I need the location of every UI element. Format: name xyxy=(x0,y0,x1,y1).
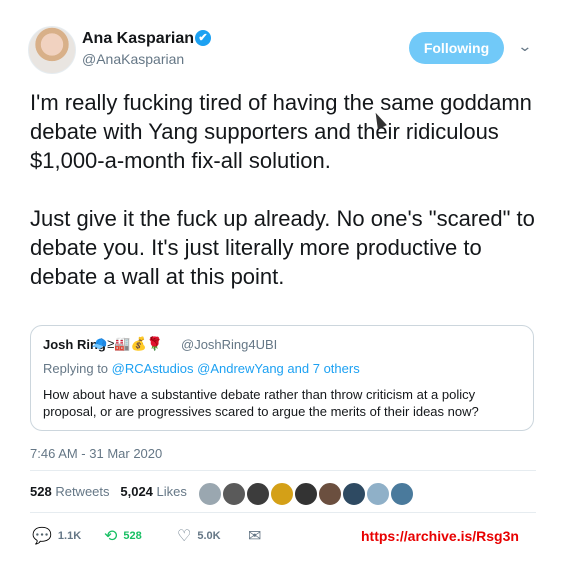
following-button[interactable]: Following xyxy=(409,32,504,64)
quoted-author-emoji: 🧢≥🏭💰🌹 xyxy=(91,336,163,351)
author-name[interactable]: Ana Kasparian xyxy=(82,30,194,48)
engagement-stats: 528 Retweets 5,024 Likes xyxy=(30,484,187,499)
divider xyxy=(30,470,536,471)
liker-avatar[interactable] xyxy=(318,482,342,506)
liker-avatar[interactable] xyxy=(198,482,222,506)
tweet-text: I'm really fucking tired of having the s… xyxy=(30,90,535,289)
retweets-label[interactable]: Retweets xyxy=(55,484,109,499)
like-button[interactable]: ♡ 5.0K xyxy=(177,526,221,546)
replying-prefix: Replying to xyxy=(43,361,109,376)
retweet-action-count: 528 xyxy=(123,530,142,542)
quoted-tweet-text: How about have a substantive debate rath… xyxy=(43,387,479,419)
retweet-icon: ⟲ xyxy=(104,528,118,545)
heart-icon: ♡ xyxy=(177,528,192,545)
author-handle[interactable]: @AnaKasparian xyxy=(82,51,184,67)
author-avatar[interactable] xyxy=(28,26,76,74)
reply-icon: 💬 xyxy=(32,528,52,545)
reply-button[interactable]: 💬 1.1K xyxy=(32,526,81,546)
like-action-count: 5.0K xyxy=(197,530,221,542)
replying-to: Replying to @RCAstudios @AndrewYang and … xyxy=(43,361,360,376)
direct-message-button[interactable]: ✉ xyxy=(248,526,261,546)
likes-label[interactable]: Likes xyxy=(157,484,187,499)
liker-avatar[interactable] xyxy=(246,482,270,506)
liker-avatar[interactable] xyxy=(294,482,318,506)
reply-count: 1.1K xyxy=(57,530,82,542)
liker-avatar[interactable] xyxy=(270,482,294,506)
chevron-down-icon[interactable]: ⌄ xyxy=(517,38,532,55)
retweet-count[interactable]: 528 xyxy=(30,484,52,499)
archive-link[interactable]: https://archive.is/Rsg3n xyxy=(361,528,519,544)
tweet-card: Ana Kasparian ✔ @AnaKasparian Following … xyxy=(0,0,566,563)
liker-avatar[interactable] xyxy=(222,482,246,506)
retweet-button[interactable]: ⟲ 528 xyxy=(104,526,142,546)
replying-to-others[interactable]: and 7 others xyxy=(287,361,359,376)
liker-avatar[interactable] xyxy=(390,482,414,506)
liker-avatar[interactable] xyxy=(366,482,390,506)
replying-to-users[interactable]: @RCAstudios @AndrewYang xyxy=(112,361,284,376)
tweet-timestamp[interactable]: 7:46 AM - 31 Mar 2020 xyxy=(30,446,162,461)
quoted-author-handle: @JoshRing4UBI xyxy=(181,337,278,352)
envelope-icon: ✉ xyxy=(248,528,262,545)
like-count[interactable]: 5,024 xyxy=(120,484,153,499)
verified-badge-icon: ✔ xyxy=(195,30,211,46)
quoted-tweet[interactable]: Josh Ring 🧢≥🏭💰🌹 @JoshRing4UBI Replying t… xyxy=(30,325,534,431)
divider xyxy=(30,512,536,513)
liker-avatar[interactable] xyxy=(342,482,366,506)
